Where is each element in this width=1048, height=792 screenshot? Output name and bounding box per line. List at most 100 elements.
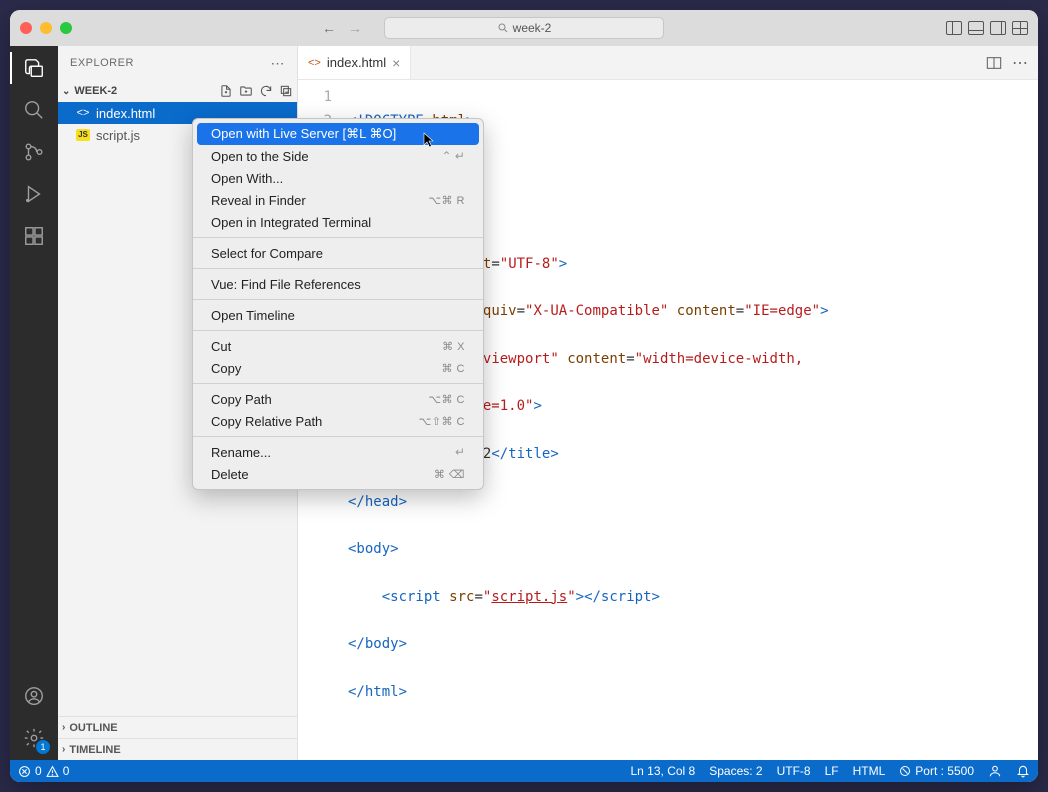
- toggle-primary-sidebar-icon[interactable]: [946, 21, 962, 35]
- settings-badge: 1: [36, 740, 50, 754]
- search-icon: [497, 22, 509, 34]
- context-menu-label: Reveal in Finder: [211, 193, 306, 208]
- chevron-right-icon: ›: [62, 744, 65, 755]
- new-folder-icon[interactable]: [239, 84, 253, 98]
- cursor-pointer-icon: [423, 132, 437, 148]
- context-menu-item[interactable]: Delete ⌘ ⌫: [197, 463, 479, 485]
- context-menu-item[interactable]: Open With...: [197, 167, 479, 189]
- context-menu-label: Open Timeline: [211, 308, 295, 323]
- outline-section[interactable]: › OUTLINE: [58, 716, 297, 738]
- context-menu-label: Vue: Find File References: [211, 277, 361, 292]
- status-eol[interactable]: LF: [825, 764, 839, 778]
- file-label: script.js: [96, 128, 140, 143]
- context-menu-separator: [193, 237, 483, 238]
- context-menu-label: Select for Compare: [211, 246, 323, 261]
- status-indentation[interactable]: Spaces: 2: [709, 764, 762, 778]
- context-menu-label: Rename...: [211, 445, 271, 460]
- context-menu-item[interactable]: Vue: Find File References: [197, 273, 479, 295]
- context-menu-item[interactable]: Select for Compare: [197, 242, 479, 264]
- activity-run-debug-icon[interactable]: [22, 182, 46, 206]
- editor-more-icon[interactable]: ⋯: [1012, 53, 1028, 73]
- status-language[interactable]: HTML: [853, 764, 886, 778]
- context-menu-separator: [193, 436, 483, 437]
- activity-explorer-icon[interactable]: [22, 56, 46, 80]
- error-icon: [18, 765, 31, 778]
- context-menu-label: Open with Live Server [⌘L ⌘O]: [211, 126, 396, 142]
- activity-accounts-icon[interactable]: [22, 684, 46, 708]
- status-encoding[interactable]: UTF-8: [777, 764, 811, 778]
- nav-forward-icon[interactable]: →: [348, 20, 362, 36]
- context-menu-label: Copy: [211, 361, 241, 376]
- activity-settings-icon[interactable]: 1: [22, 726, 46, 750]
- context-menu-item[interactable]: Open in Integrated Terminal: [197, 211, 479, 233]
- command-center[interactable]: week-2: [384, 17, 664, 39]
- context-menu-item[interactable]: Cut⌘ X: [197, 335, 479, 357]
- context-menu-shortcut: ⌘ C: [442, 362, 466, 375]
- nav-arrows: ← →: [322, 20, 362, 36]
- status-bar: 0 0 Ln 13, Col 8 Spaces: 2 UTF-8 LF HTML…: [10, 760, 1038, 782]
- activity-extensions-icon[interactable]: [22, 224, 46, 248]
- layout-controls: [946, 21, 1028, 35]
- toggle-secondary-sidebar-icon[interactable]: [990, 21, 1006, 35]
- context-menu-item[interactable]: Copy Relative Path⌥⇧⌘ C: [197, 410, 479, 432]
- context-menu-separator: [193, 383, 483, 384]
- collapse-all-icon[interactable]: [279, 84, 293, 98]
- activity-search-icon[interactable]: [22, 98, 46, 122]
- status-feedback-icon[interactable]: [988, 764, 1002, 778]
- window-controls: [20, 22, 72, 34]
- vscode-window: ← → week-2: [10, 10, 1038, 782]
- customize-layout-icon[interactable]: [1012, 21, 1028, 35]
- nav-back-icon[interactable]: ←: [322, 20, 336, 36]
- activity-source-control-icon[interactable]: [22, 140, 46, 164]
- context-menu-item[interactable]: Rename... ↵: [197, 441, 479, 463]
- explorer-title: EXPLORER: [70, 57, 134, 69]
- minimize-window[interactable]: [40, 22, 52, 34]
- new-file-icon[interactable]: [219, 84, 233, 98]
- close-tab-icon[interactable]: ×: [392, 55, 400, 71]
- context-menu-separator: [193, 330, 483, 331]
- toggle-panel-icon[interactable]: [968, 21, 984, 35]
- explorer-header: EXPLORER ⋯: [58, 46, 297, 80]
- close-window[interactable]: [20, 22, 32, 34]
- titlebar: ← → week-2: [10, 10, 1038, 46]
- context-menu-item[interactable]: Copy ⌘ C: [197, 357, 479, 379]
- context-menu-label: Delete: [211, 467, 249, 482]
- timeline-section[interactable]: › TIMELINE: [58, 738, 297, 760]
- status-notifications-icon[interactable]: [1016, 764, 1030, 778]
- context-menu-item[interactable]: Reveal in Finder ⌥⌘ R: [197, 189, 479, 211]
- context-menu: Open with Live Server [⌘L ⌘O] Open to the…: [192, 118, 484, 490]
- chevron-right-icon: ›: [62, 722, 65, 733]
- tab-index-html[interactable]: <> index.html ×: [298, 46, 411, 79]
- context-menu-separator: [193, 299, 483, 300]
- context-menu-shortcut: ⌥⌘ R: [428, 194, 465, 207]
- context-menu-item[interactable]: Open to the Side ⌃ ↵: [197, 145, 479, 167]
- status-problems[interactable]: 0 0: [18, 764, 69, 778]
- html-file-icon: <>: [76, 107, 90, 119]
- tab-bar: <> index.html × ⋯: [298, 46, 1038, 80]
- zoom-window[interactable]: [60, 22, 72, 34]
- folder-actions: [219, 84, 293, 98]
- context-menu-shortcut: ⌘ X: [442, 340, 465, 353]
- status-cursor-position[interactable]: Ln 13, Col 8: [631, 764, 696, 778]
- context-menu-item[interactable]: Copy Path⌥⌘ C: [197, 388, 479, 410]
- section-label: OUTLINE: [69, 722, 117, 734]
- warning-icon: [46, 765, 59, 778]
- activity-bar: 1: [10, 46, 58, 760]
- file-label: index.html: [96, 106, 155, 121]
- context-menu-shortcut: ⌘ ⌫: [434, 468, 465, 481]
- context-menu-label: Open to the Side: [211, 149, 309, 164]
- split-editor-icon[interactable]: [986, 56, 1002, 70]
- context-menu-enter-icon: ↵: [455, 445, 465, 459]
- context-menu-item[interactable]: Open Timeline: [197, 304, 479, 326]
- editor-actions: ⋯: [986, 46, 1038, 79]
- context-menu-enter-icon: ⌃ ↵: [442, 149, 465, 163]
- context-menu-label: Open in Integrated Terminal: [211, 215, 371, 230]
- refresh-icon[interactable]: [259, 84, 273, 98]
- explorer-more-icon[interactable]: ⋯: [271, 55, 286, 72]
- status-live-server[interactable]: Port : 5500: [899, 764, 974, 778]
- folder-header[interactable]: ⌄ WEEK-2: [58, 80, 297, 102]
- chevron-down-icon: ⌄: [62, 86, 70, 97]
- context-menu-separator: [193, 268, 483, 269]
- command-center-text: week-2: [513, 21, 552, 35]
- context-menu-shortcut: ⌥⇧⌘ C: [419, 415, 465, 428]
